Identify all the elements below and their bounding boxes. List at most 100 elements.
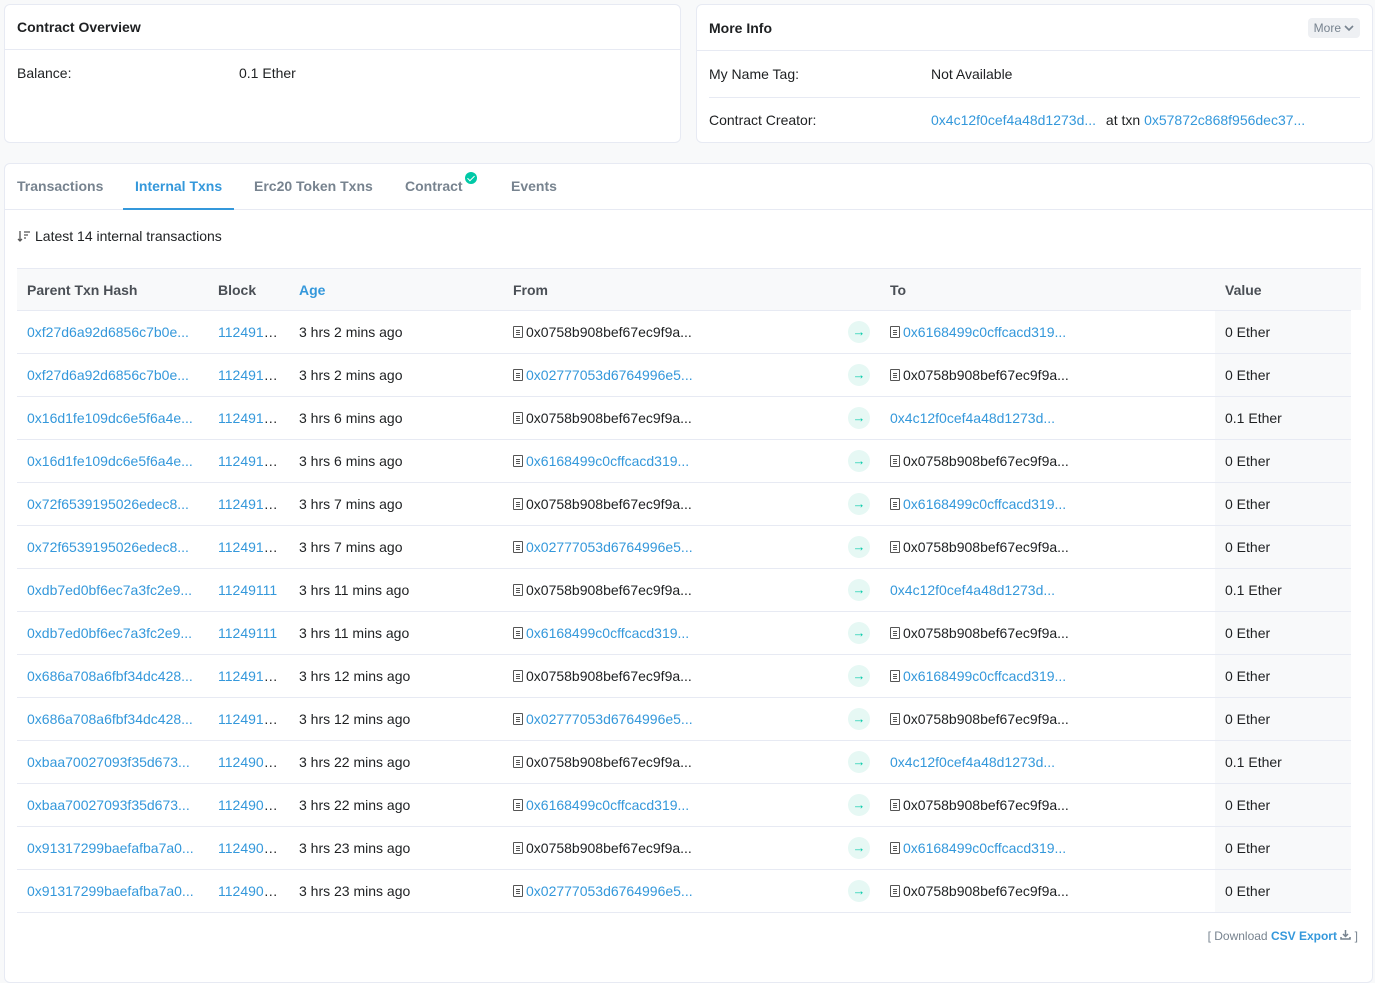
block-link[interactable]: 11249105 (218, 668, 279, 684)
to-address[interactable]: 0x4c12f0cef4a48d1273d... (890, 582, 1055, 598)
to-address[interactable]: 0x4c12f0cef4a48d1273d... (890, 410, 1055, 426)
block-cell: 11249105 (208, 654, 289, 698)
arrow-right-icon: → (848, 364, 870, 386)
block-link[interactable]: 11249111 (218, 625, 277, 641)
divider (709, 97, 1360, 98)
parent-txn-hash-link[interactable]: 0x686a708a6fbf34dc428... (27, 668, 193, 684)
to-address[interactable]: 0x4c12f0cef4a48d1273d... (890, 754, 1055, 770)
parent-txn-hash-link[interactable]: 0xf27d6a92d6856c7b0e... (27, 324, 189, 340)
to-address[interactable]: 0x6168499c0cffcacd319... (903, 668, 1066, 684)
arrow-cell: → (838, 482, 880, 526)
age-cell: 3 hrs 2 mins ago (289, 353, 503, 397)
from-address[interactable]: 0x6168499c0cffcacd319... (526, 625, 689, 641)
block-link[interactable]: 11249105 (218, 711, 279, 727)
from-cell: 0x0758b908bef67ec9f9a... (503, 568, 838, 612)
parent-txn-hash-cell: 0x686a708a6fbf34dc428... (17, 654, 208, 698)
arrow-cell: → (838, 697, 880, 741)
block-cell: 11249065 (208, 740, 289, 784)
col-age[interactable]: Age (289, 268, 503, 311)
block-link[interactable]: 11249111 (218, 582, 277, 598)
tab-contract[interactable]: Contract (405, 164, 477, 210)
arrow-cell: → (838, 826, 880, 870)
table-row: 0xbaa70027093f35d673... 11249065 3 hrs 22 … (17, 740, 1371, 784)
block-link[interactable]: 11249131 (218, 453, 279, 469)
block-link[interactable]: 11249065 (218, 797, 279, 813)
age-cell: 3 hrs 23 mins ago (289, 826, 503, 870)
contract-doc-icon (890, 325, 900, 338)
from-cell: 0x02777053d6764996e5... (503, 353, 838, 397)
block-cell: 11249147 (208, 353, 289, 397)
tab-internal-txns[interactable]: Internal Txns (123, 164, 235, 210)
table-body: 0xf27d6a92d6856c7b0e... 11249147 3 hrs 2 m… (17, 310, 1371, 913)
from-address[interactable]: 0x6168499c0cffcacd319... (526, 453, 689, 469)
tab-events[interactable]: Events (511, 164, 557, 210)
block-link[interactable]: 11249147 (218, 324, 279, 340)
to-cell: 0x0758b908bef67ec9f9a... (880, 869, 1215, 913)
arrow-right-icon: → (848, 794, 870, 816)
parent-txn-hash-link[interactable]: 0x686a708a6fbf34dc428... (27, 711, 193, 727)
block-link[interactable]: 11249126 (218, 539, 279, 555)
tab-erc20-token-txns[interactable]: Erc20 Token Txns (254, 164, 373, 210)
from-address[interactable]: 0x02777053d6764996e5... (526, 883, 693, 899)
parent-txn-hash-cell: 0xf27d6a92d6856c7b0e... (17, 310, 208, 354)
parent-txn-hash-link[interactable]: 0x91317299baefafba7a0... (27, 840, 194, 856)
to-address[interactable]: 0x6168499c0cffcacd319... (903, 324, 1066, 340)
age-cell: 3 hrs 11 mins ago (289, 568, 503, 612)
parent-txn-hash-link[interactable]: 0xdb7ed0bf6ec7a3fc2e9... (27, 625, 192, 641)
parent-txn-hash-link[interactable]: 0xbaa70027093f35d673... (27, 754, 190, 770)
more-button[interactable]: More (1307, 17, 1360, 38)
age-cell: 3 hrs 22 mins ago (289, 740, 503, 784)
from-address[interactable]: 0x6168499c0cffcacd319... (526, 797, 689, 813)
parent-txn-hash-cell: 0x72f6539195026edec8... (17, 525, 208, 569)
tab-transactions[interactable]: Transactions (17, 164, 103, 210)
parent-txn-hash-cell: 0xf27d6a92d6856c7b0e... (17, 353, 208, 397)
creator-txn-link[interactable]: 0x57872c868f956dec37... (1144, 112, 1305, 128)
block-link[interactable]: 11249126 (218, 496, 279, 512)
balance-label: Balance: (17, 65, 72, 81)
block-link[interactable]: 11249061 (218, 883, 279, 899)
block-link[interactable]: 11249131 (218, 410, 279, 426)
to-address[interactable]: 0x6168499c0cffcacd319... (903, 496, 1066, 512)
from-cell: 0x0758b908bef67ec9f9a... (503, 310, 838, 354)
arrow-right-icon: → (848, 536, 870, 558)
parent-txn-hash-link[interactable]: 0x72f6539195026edec8... (27, 539, 189, 555)
parent-txn-hash-link[interactable]: 0x91317299baefafba7a0... (27, 883, 194, 899)
value-cell: 0 Ether (1215, 654, 1371, 698)
to-address[interactable]: 0x6168499c0cffcacd319... (903, 840, 1066, 856)
from-cell: 0x6168499c0cffcacd319... (503, 611, 838, 655)
arrow-cell: → (838, 439, 880, 483)
table-row: 0xdb7ed0bf6ec7a3fc2e9... 11249111 3 hrs 11… (17, 611, 1371, 655)
table-row: 0x16d1fe109dc6e5f6a4e... 11249131 3 hrs 6 … (17, 396, 1371, 440)
block-link[interactable]: 11249061 (218, 840, 279, 856)
csv-export-link[interactable]: CSV Export (1271, 929, 1337, 943)
download-icon[interactable] (1340, 929, 1352, 940)
contract-doc-icon (513, 540, 523, 553)
from-address[interactable]: 0x02777053d6764996e5... (526, 539, 693, 555)
parent-txn-hash-link[interactable]: 0x16d1fe109dc6e5f6a4e... (27, 453, 193, 469)
creator-address-link[interactable]: 0x4c12f0cef4a48d1273d... (931, 112, 1096, 128)
value-cell: 0.1 Ether (1215, 568, 1371, 612)
table-row: 0xdb7ed0bf6ec7a3fc2e9... 11249111 3 hrs 11… (17, 568, 1371, 612)
to-cell: 0x6168499c0cffcacd319... (880, 826, 1215, 870)
parent-txn-hash-link[interactable]: 0xf27d6a92d6856c7b0e... (27, 367, 189, 383)
parent-txn-hash-link[interactable]: 0xbaa70027093f35d673... (27, 797, 190, 813)
age-cell: 3 hrs 6 mins ago (289, 396, 503, 440)
block-link[interactable]: 11249065 (218, 754, 279, 770)
block-link[interactable]: 11249147 (218, 367, 279, 383)
from-address[interactable]: 0x02777053d6764996e5... (526, 711, 693, 727)
contract-creator-value: 0x4c12f0cef4a48d1273d... at txn 0x57872c… (931, 112, 1305, 128)
table-row: 0x16d1fe109dc6e5f6a4e... 11249131 3 hrs 6 … (17, 439, 1371, 483)
parent-txn-hash-link[interactable]: 0x16d1fe109dc6e5f6a4e... (27, 410, 193, 426)
parent-txn-hash-cell: 0xdb7ed0bf6ec7a3fc2e9... (17, 568, 208, 612)
parent-txn-hash-link[interactable]: 0xdb7ed0bf6ec7a3fc2e9... (27, 582, 192, 598)
age-cell: 3 hrs 7 mins ago (289, 525, 503, 569)
contract-doc-icon (513, 712, 523, 725)
block-cell: 11249111 (208, 568, 289, 612)
from-address: 0x0758b908bef67ec9f9a... (526, 495, 692, 512)
arrow-right-icon: → (848, 665, 870, 687)
to-address: 0x0758b908bef67ec9f9a... (903, 452, 1069, 469)
parent-txn-hash-link[interactable]: 0x72f6539195026edec8... (27, 496, 189, 512)
block-cell: 11249131 (208, 439, 289, 483)
from-address[interactable]: 0x02777053d6764996e5... (526, 367, 693, 383)
internal-txns-table: Parent Txn Hash Block Age From To Value … (17, 268, 1371, 913)
